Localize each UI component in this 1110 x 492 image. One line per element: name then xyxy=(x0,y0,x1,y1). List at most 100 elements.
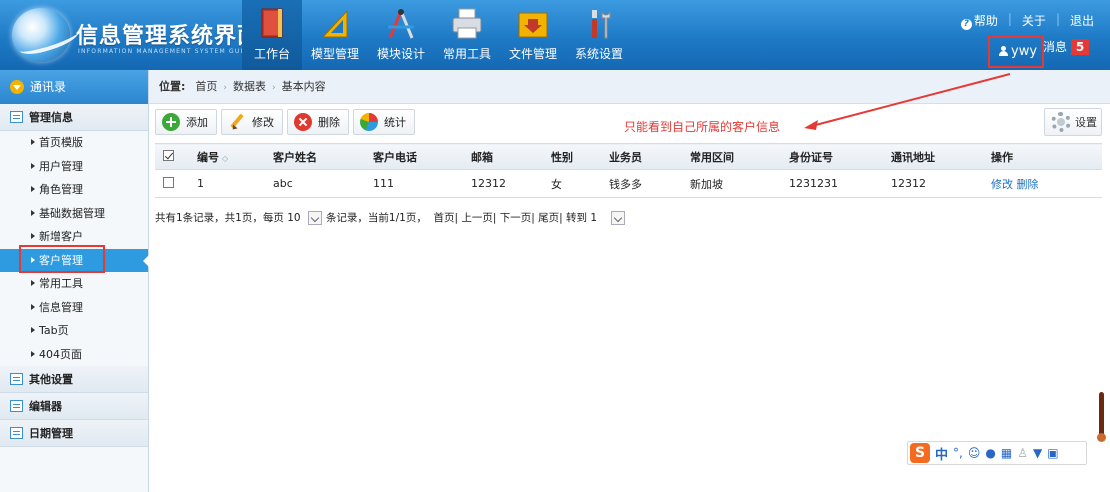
chevron-right-icon: › xyxy=(223,83,228,93)
nav-module-design[interactable]: 模块设计 xyxy=(368,0,434,70)
select-all-checkbox[interactable] xyxy=(155,143,185,170)
edit-button[interactable]: 修改 xyxy=(221,109,283,135)
compass-icon xyxy=(388,9,414,39)
chevron-right-icon: › xyxy=(272,83,276,93)
logout-link[interactable]: 退出 xyxy=(1070,12,1094,30)
item-label: 首页模版 xyxy=(39,136,83,149)
sidebar-item-new-customer[interactable]: 新增客户 xyxy=(0,225,148,249)
item-label: 客户管理 xyxy=(39,253,83,267)
cell-name: abc xyxy=(261,169,361,198)
nav-label: 系统设置 xyxy=(574,47,623,61)
cell-range: 新加坡 xyxy=(678,169,777,198)
row-checkbox[interactable] xyxy=(155,169,185,198)
user-icon[interactable]: ♙ xyxy=(1017,446,1028,460)
col-range: 常用区间 xyxy=(678,143,777,170)
app-subtitle: INFORMATION MANAGEMENT SYSTEM GUI xyxy=(78,48,244,55)
about-link[interactable]: 关于 xyxy=(1022,12,1046,30)
sidebar-section-date-management[interactable]: 日期管理 xyxy=(0,420,148,447)
sidebar-item-404-page[interactable]: 404页面 xyxy=(0,343,148,367)
breadcrumb-home[interactable]: 首页 xyxy=(195,80,217,93)
sidebar-header[interactable]: 通讯录 xyxy=(0,70,148,104)
item-label: Tab页 xyxy=(39,324,69,337)
pie-chart-icon xyxy=(360,113,378,131)
divider: | xyxy=(1007,12,1012,26)
folder-icon xyxy=(518,12,548,38)
sidebar-item-basic-data[interactable]: 基础数据管理 xyxy=(0,202,148,226)
ime-punctuation[interactable]: °, xyxy=(953,446,963,460)
sidebar-section-management[interactable]: 管理信息 xyxy=(0,104,148,131)
plus-icon xyxy=(162,113,180,131)
stats-button[interactable]: 统计 xyxy=(353,109,415,135)
sidebar-header-label: 通讯录 xyxy=(30,80,67,94)
message-count-badge: 5 xyxy=(1071,39,1090,55)
sidebar-item-tab-page[interactable]: Tab页 xyxy=(0,319,148,343)
messages-label: 消息 xyxy=(1043,40,1068,54)
table-row: 1 abc 111 12312 女 钱多多 新加坡 1231231 12312 … xyxy=(155,169,1102,198)
cell-email: 12312 xyxy=(459,169,539,198)
messages-link[interactable]: 消息 5 xyxy=(1043,38,1090,56)
page-size-select[interactable] xyxy=(307,210,322,225)
breadcrumb-datatable[interactable]: 数据表 xyxy=(233,80,266,93)
settings-button[interactable]: 设置 xyxy=(1044,108,1102,136)
goto-page-value: 1 xyxy=(590,211,598,224)
item-label: 信息管理 xyxy=(39,300,83,314)
main-nav: 工作台 模型管理 模块设计 常用工具 文件管理 系统设置 xyxy=(242,0,632,70)
cell-actions: 修改 删除 xyxy=(979,169,1102,198)
sort-icon: ◇ xyxy=(222,153,229,163)
top-links: ? 帮助 | 关于 | 退出 xyxy=(960,12,1094,30)
sidebar-item-info-management[interactable]: 信息管理 xyxy=(0,296,148,320)
microphone-icon[interactable]: ● xyxy=(985,446,995,460)
grid-icon[interactable]: ▣ xyxy=(1047,446,1058,460)
nav-system-settings[interactable]: 系统设置 xyxy=(566,0,632,70)
row-edit-link[interactable]: 修改 xyxy=(991,178,1013,191)
nav-label: 模块设计 xyxy=(376,47,425,61)
col-label: 编号 xyxy=(197,150,219,164)
username: ywy xyxy=(1011,44,1038,59)
sidebar-item-role-management[interactable]: 角色管理 xyxy=(0,178,148,202)
nav-model-management[interactable]: 模型管理 xyxy=(302,0,368,70)
nav-workbench[interactable]: 工作台 xyxy=(242,0,302,70)
shirt-icon[interactable]: ▼ xyxy=(1033,446,1042,460)
help-link[interactable]: ? 帮助 xyxy=(960,12,998,30)
add-button[interactable]: 添加 xyxy=(155,109,217,135)
cell-id: 1 xyxy=(185,169,261,198)
col-id[interactable]: 编号 ◇ xyxy=(185,143,261,170)
item-label: 新增客户 xyxy=(39,230,83,243)
item-label: 常用工具 xyxy=(39,277,83,290)
sidebar-item-user-management[interactable]: 用户管理 xyxy=(0,155,148,179)
breadcrumb-current: 基本内容 xyxy=(281,80,326,93)
pager-nav-links[interactable]: 首页| 上一页| 下一页| 尾页| 转到 xyxy=(434,210,588,225)
scrollbar-thumb[interactable] xyxy=(1097,392,1106,442)
user-menu[interactable]: ywy xyxy=(988,36,1044,68)
sidebar: 通讯录 管理信息 首页模版 用户管理 角色管理 基础数据管理 新增客户 客户管理… xyxy=(0,70,149,492)
ime-language[interactable]: 中 xyxy=(935,444,948,463)
sidebar-item-home-template[interactable]: 首页模版 xyxy=(0,131,148,155)
app-logo: 信息管理系统界面 INFORMATION MANAGEMENT SYSTEM G… xyxy=(8,6,259,64)
delete-label: 删除 xyxy=(318,116,340,129)
delete-button[interactable]: 删除 xyxy=(287,109,349,135)
sidebar-item-common-tools[interactable]: 常用工具 xyxy=(0,272,148,296)
nav-file-management[interactable]: 文件管理 xyxy=(500,0,566,70)
pager-summary-2: 条记录，当前1/1页， xyxy=(325,212,427,224)
section-label: 编辑器 xyxy=(29,400,62,413)
ime-toolbar[interactable]: S 中 °, ☺ ● ▦ ♙ ▼ ▣ xyxy=(907,441,1087,465)
nav-label: 模型管理 xyxy=(310,47,359,61)
sogou-logo-icon: S xyxy=(910,443,930,463)
help-icon: ? xyxy=(960,19,972,30)
help-label: 帮助 xyxy=(973,14,998,28)
edit-label: 修改 xyxy=(252,116,274,129)
emoji-icon[interactable]: ☺ xyxy=(968,446,981,460)
page-size-value: 10 xyxy=(287,211,301,224)
printer-icon xyxy=(452,8,482,39)
breadcrumb: 位置: 首页 › 数据表 › 基本内容 xyxy=(149,70,1110,104)
keyboard-icon[interactable]: ▦ xyxy=(1001,446,1012,460)
nav-common-tools[interactable]: 常用工具 xyxy=(434,0,500,70)
sidebar-section-editor[interactable]: 编辑器 xyxy=(0,393,148,420)
goto-page-select[interactable] xyxy=(611,210,626,225)
sidebar-item-customer-management[interactable]: 客户管理 xyxy=(0,248,149,272)
row-delete-link[interactable]: 删除 xyxy=(1017,178,1039,191)
col-name: 客户姓名 xyxy=(261,143,361,170)
sidebar-section-other-settings[interactable]: 其他设置 xyxy=(0,366,148,393)
table-header-row: 编号 ◇ 客户姓名 客户电话 邮箱 性别 业务员 常用区间 身份证号 通讯地址 操… xyxy=(155,143,1102,170)
settings-label: 设置 xyxy=(1075,116,1097,129)
